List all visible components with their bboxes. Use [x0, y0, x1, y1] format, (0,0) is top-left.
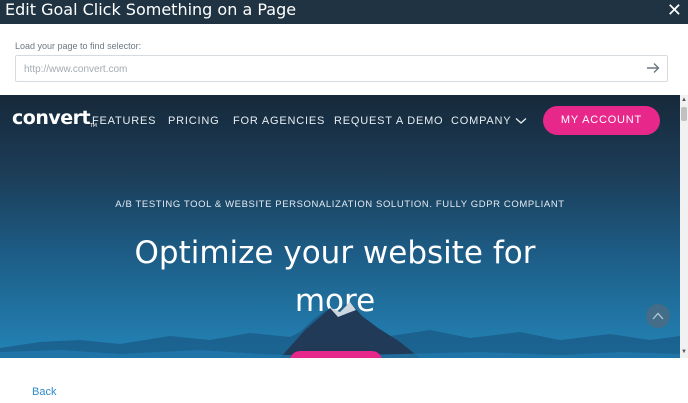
close-icon[interactable]: ✕	[667, 1, 682, 21]
arrow-right-icon[interactable]	[645, 60, 661, 76]
loader-label: Load your page to find selector:	[15, 41, 142, 51]
scrollbar-thumb[interactable]	[681, 107, 687, 121]
dialog-titlebar: Edit Goal Click Something on a Page ✕	[0, 0, 688, 24]
nav-for-agencies[interactable]: FOR AGENCIES	[233, 115, 325, 127]
url-input[interactable]	[22, 60, 636, 78]
chevron-down-icon	[515, 118, 527, 124]
hero-cta-button[interactable]	[290, 351, 382, 358]
mountain-illustration	[0, 302, 680, 358]
url-field	[15, 55, 668, 82]
convert-logo[interactable]: convertTM	[12, 107, 97, 129]
nav-pricing[interactable]: PRICING	[168, 115, 219, 127]
dialog-title: Edit Goal Click Something on a Page	[5, 0, 297, 19]
scroll-down-arrow-icon[interactable]: ▼	[681, 348, 687, 356]
logo-text: convert	[12, 107, 91, 129]
hero-tagline: A/B TESTING TOOL & WEBSITE PERSONALIZATI…	[115, 199, 565, 210]
scroll-to-top-button[interactable]	[646, 304, 670, 328]
nav-request-demo[interactable]: REQUEST A DEMO	[334, 115, 443, 127]
nav-company[interactable]: COMPANY	[451, 115, 527, 127]
chevron-up-icon	[652, 312, 664, 320]
page-preview[interactable]: convertTM FEATURES PRICING FOR AGENCIES …	[0, 95, 680, 358]
preview-scrollbar[interactable]: ▲ ▼	[680, 95, 688, 358]
back-link[interactable]: Back	[32, 386, 56, 398]
nav-features[interactable]: FEATURES	[92, 115, 156, 127]
nav-company-label: COMPANY	[451, 115, 512, 127]
my-account-button[interactable]: MY ACCOUNT	[543, 106, 660, 135]
scroll-up-arrow-icon[interactable]: ▲	[681, 96, 687, 104]
